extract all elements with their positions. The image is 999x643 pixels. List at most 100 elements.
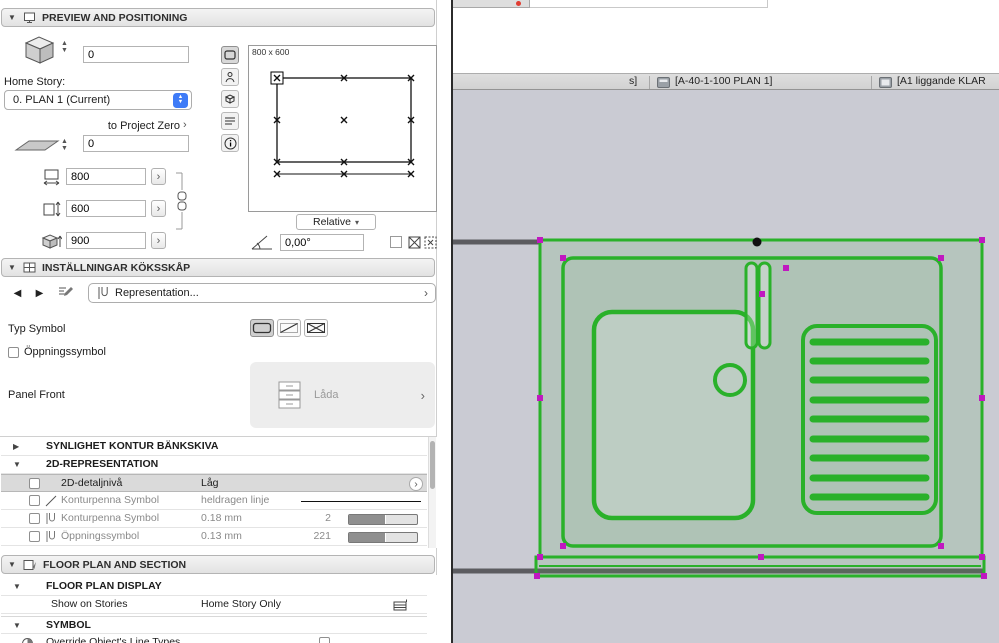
stepper-arrows-icon[interactable]: ▲ ▼ (173, 92, 188, 108)
relative-angle-button[interactable] (422, 234, 438, 250)
disclosure-open-icon[interactable]: ▼ (8, 13, 17, 22)
override-checkbox[interactable] (319, 637, 330, 643)
anchor-mode-button[interactable]: Relative ▾ (296, 214, 376, 230)
drawing-canvas[interactable] (453, 90, 999, 643)
row-menu-button[interactable]: › (409, 477, 423, 491)
bottom-elevation-input[interactable] (83, 135, 189, 152)
palette-fragment (453, 0, 530, 8)
depth-input[interactable] (66, 200, 146, 217)
floorplan-group-row[interactable]: ▼ FLOOR PLAN DISPLAY (1, 578, 427, 596)
cube-icon (224, 94, 236, 104)
absolute-angle-button[interactable] (406, 234, 422, 250)
dashed-box-cross-icon (424, 236, 436, 248)
offset-stepper2-icon[interactable]: ▲ ▼ (61, 138, 68, 152)
parameter-page-dropdown[interactable]: Representation... › (88, 283, 436, 303)
rect-symbol-icon (252, 322, 272, 334)
section-floor-plan[interactable]: ▼ FLOOR PLAN AND SECTION (1, 555, 435, 574)
object-top-offset-icon (24, 36, 55, 64)
width-menu-button[interactable]: › (151, 168, 166, 185)
param-row-detail-level[interactable]: 2D-detaljnivå Låg › (1, 474, 427, 492)
row-checkbox[interactable] (29, 495, 40, 506)
top-elevation-input[interactable] (83, 46, 189, 63)
floorplan-table: ▼ FLOOR PLAN DISPLAY Show on Stories Hom… (0, 575, 437, 643)
parameter-table: ▶ SYNLIGHET KONTUR BÄNKSKIVA ▼ 2D-REPRES… (0, 436, 437, 548)
line-type-preview[interactable] (301, 500, 421, 502)
person-icon (225, 72, 235, 83)
origin-hotspot[interactable] (752, 237, 762, 247)
height-menu-button[interactable]: › (151, 232, 166, 249)
height-input[interactable] (66, 232, 146, 249)
previous-page-button[interactable]: ◀ (8, 284, 27, 302)
disclosure-open-icon: ▼ (13, 582, 21, 591)
width-input[interactable] (66, 168, 146, 185)
panel-front-label: Panel Front (8, 389, 65, 401)
row-checkbox[interactable] (29, 531, 40, 542)
row-value: Home Story Only (201, 598, 281, 610)
param-row-contour-pen[interactable]: Konturpenna Symbol 0.18 mm 2 (1, 510, 427, 528)
table-scrollbar-thumb[interactable] (430, 441, 435, 489)
tab-partial[interactable]: s] (629, 74, 637, 89)
caret-down-icon: ▾ (354, 217, 359, 227)
selected-sink-object[interactable] (534, 238, 986, 578)
object-2d-preview[interactable]: 800 x 600 (248, 45, 437, 212)
to-project-zero-label[interactable]: to Project Zero (60, 120, 180, 132)
pen-color-preview[interactable] (348, 513, 418, 525)
row-checkbox[interactable] (29, 478, 40, 489)
pen-icon (98, 287, 108, 299)
override-linetypes-row[interactable]: Override Object's Line Types (1, 634, 427, 643)
chevron-right-icon: › (424, 286, 428, 300)
plan-tab-icon (657, 77, 670, 88)
pen-icon (46, 531, 55, 542)
symbol-type-plain-button[interactable] (250, 319, 274, 337)
preview-size-label: 800 x 600 (252, 47, 290, 57)
table-scrollbar[interactable] (428, 437, 436, 548)
plan-drawing[interactable] (453, 90, 999, 643)
depth-menu-button[interactable]: › (151, 200, 166, 217)
to-project-zero-chevron-icon[interactable]: › (183, 119, 187, 131)
transfer-settings-button[interactable] (58, 284, 74, 300)
param-group-row[interactable]: ▼ 2D-REPRESENTATION (1, 456, 427, 474)
home-story-dropdown[interactable]: 0. PLAN 1 (Current) ▲ ▼ (4, 90, 192, 110)
section-cabinet-settings[interactable]: ▼ INSTÄLLNINGAR KÖKSSKÅP (1, 258, 435, 277)
row-checkbox[interactable] (29, 513, 40, 524)
plan-symbol-icon (224, 50, 236, 60)
param-row-opening-pen[interactable]: Öppningssymbol 0.13 mm 221 (1, 528, 427, 546)
disclosure-open-icon[interactable]: ▼ (8, 560, 17, 569)
view-tab-bar: s] [A-40-1-100 PLAN 1] [A1 liggande KLAR (453, 73, 999, 90)
section-title: FLOOR PLAN AND SECTION (43, 558, 187, 571)
forward-icon: ▶ (35, 287, 44, 299)
rotation-angle-icon (251, 235, 272, 250)
sink-bowl (591, 309, 756, 521)
mirror-checkbox[interactable] (390, 236, 402, 248)
show-on-stories-row[interactable]: Show on Stories Home Story Only (1, 596, 427, 614)
group-label: SYNLIGHET KONTUR BÄNKSKIVA (46, 440, 219, 452)
preview-mode-2d-button[interactable] (221, 46, 239, 64)
offset-stepper-icon[interactable]: ▲ ▼ (61, 40, 68, 54)
tab-layout[interactable]: [A1 liggande KLAR (897, 74, 986, 89)
opening-symbol-checkbox[interactable] (8, 347, 19, 358)
preview-mode-description-button[interactable] (221, 112, 239, 130)
chain-link-icon[interactable] (172, 170, 190, 232)
param-row-contour-linetype[interactable]: Konturpenna Symbol heldragen linje (1, 492, 427, 510)
preview-mode-elevation-button[interactable] (221, 68, 239, 86)
back-icon: ◀ (13, 287, 22, 299)
text-lines-icon (225, 117, 235, 125)
tab-plan[interactable]: [A-40-1-100 PLAN 1] (675, 74, 772, 89)
next-page-button[interactable]: ▶ (30, 284, 49, 302)
faucet (757, 261, 772, 350)
symbol-type-diagonal-button[interactable] (277, 319, 301, 337)
symbol-type-crossed-button[interactable] (304, 319, 328, 337)
disclosure-open-icon[interactable]: ▼ (8, 263, 17, 272)
rotation-input[interactable] (280, 234, 364, 251)
symbol-group-row[interactable]: ▼ SYMBOL (1, 616, 427, 634)
preview-info-button[interactable] (221, 134, 239, 152)
pen-number: 2 (325, 512, 331, 524)
object-settings-panel: ▼ PREVIEW AND POSITIONING ▲▼ Home Story:… (0, 0, 437, 643)
panel-front-button[interactable]: Låda › (250, 362, 435, 428)
pen-color-preview[interactable] (348, 531, 418, 543)
section-preview-positioning[interactable]: ▼ PREVIEW AND POSITIONING (1, 8, 435, 27)
preview-mode-3d-button[interactable] (221, 90, 239, 108)
drawer-icon (278, 381, 301, 409)
group-label: SYMBOL (46, 619, 91, 631)
param-group-row[interactable]: ▶ SYNLIGHET KONTUR BÄNKSKIVA (1, 438, 427, 456)
